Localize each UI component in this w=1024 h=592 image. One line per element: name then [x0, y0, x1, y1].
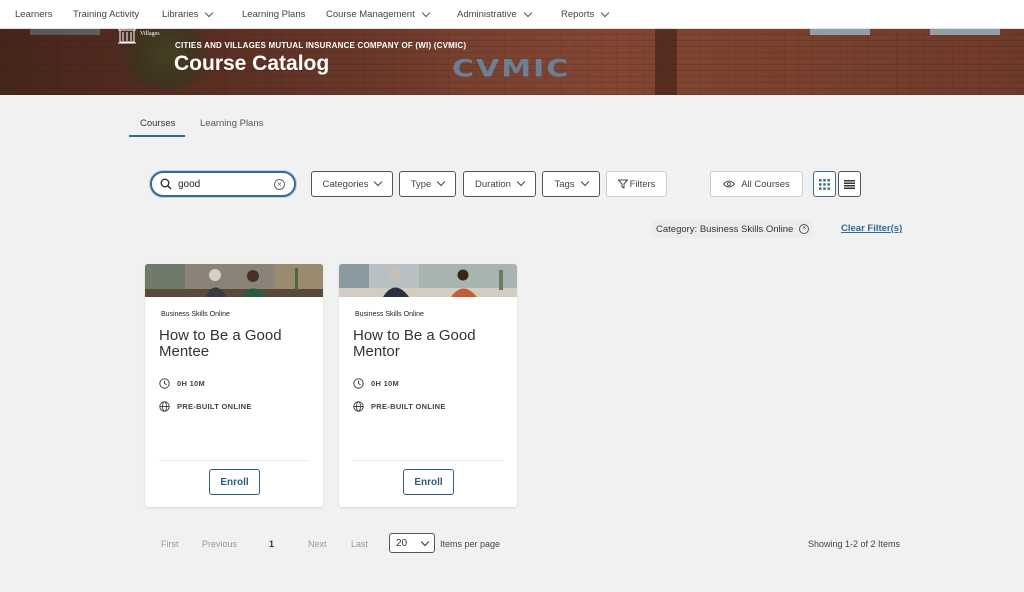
course-delivery: PRE-BUILT ONLINE	[353, 401, 446, 412]
card-divider	[159, 460, 309, 461]
clock-icon	[353, 378, 364, 389]
type-dropdown[interactable]: Type	[399, 171, 456, 197]
funnel-icon	[617, 179, 628, 189]
list-icon	[844, 179, 855, 189]
clock-icon	[159, 378, 170, 389]
course-title[interactable]: How to Be a Good Mentee	[159, 328, 309, 360]
chevron-down-icon	[205, 8, 214, 17]
first-page-link[interactable]: First	[161, 539, 179, 549]
chevron-down-icon	[601, 8, 610, 17]
logo-line-2: Villages	[140, 31, 160, 37]
active-tab-indicator	[129, 135, 185, 137]
chevron-down-icon	[580, 177, 589, 187]
grid-view-button[interactable]	[813, 171, 836, 197]
tab-learning-plans[interactable]: Learning Plans	[200, 118, 263, 129]
nav-item-course-management[interactable]: Course Management	[326, 0, 430, 29]
course-duration-value: 0H 10M	[177, 379, 206, 388]
items-per-page-value: 20	[396, 537, 408, 549]
clear-filters-link[interactable]: Clear Filter(s)	[841, 223, 902, 234]
course-delivery-value: PRE-BUILT ONLINE	[177, 402, 252, 411]
nav-item-administrative[interactable]: Administrative	[457, 0, 532, 29]
active-filter-chip: Category: Business Skills Online ×	[652, 220, 814, 238]
remove-filter-icon[interactable]: ×	[799, 224, 810, 234]
chevron-down-icon	[437, 177, 446, 187]
logo-wordmark: Cities and Villages	[140, 24, 164, 38]
nav-label: Learners	[15, 9, 53, 20]
chevron-down-icon	[523, 8, 532, 17]
nav-label: Learning Plans	[242, 9, 306, 20]
all-courses-label: All Courses	[741, 178, 790, 190]
grid-icon	[819, 178, 830, 190]
next-page-link[interactable]: Next	[308, 539, 327, 549]
globe-icon	[159, 401, 170, 412]
course-thumbnail-image	[145, 264, 323, 297]
globe-icon	[353, 401, 364, 412]
enroll-button[interactable]: Enroll	[403, 469, 454, 495]
eye-icon	[723, 180, 736, 188]
list-view-button[interactable]	[838, 171, 861, 197]
company-name: CITIES AND VILLAGES MUTUAL INSURANCE COM…	[175, 41, 467, 50]
chevron-down-icon	[374, 177, 383, 187]
items-per-page-label: Items per page	[440, 539, 501, 549]
nav-label: Libraries	[162, 9, 199, 20]
card-divider	[353, 460, 503, 461]
current-page[interactable]: 1	[269, 539, 274, 549]
nav-label: Administrative	[457, 9, 517, 20]
course-card[interactable]: Business Skills Online How to Be a Good …	[339, 264, 517, 507]
course-category: Business Skills Online	[355, 311, 424, 318]
filters-button[interactable]: Filters	[606, 171, 667, 197]
nav-item-reports[interactable]: Reports	[561, 0, 610, 29]
tab-courses[interactable]: Courses	[140, 118, 175, 129]
course-title[interactable]: How to Be a Good Mentor	[353, 328, 503, 360]
page-title: Course Catalog	[174, 52, 330, 75]
categories-dropdown[interactable]: Categories	[311, 171, 393, 197]
course-thumbnail-image	[339, 264, 517, 297]
course-category: Business Skills Online	[161, 311, 230, 318]
categories-label: Categories	[322, 178, 369, 190]
course-duration-value: 0H 10M	[371, 379, 400, 388]
search-input[interactable]	[178, 178, 268, 190]
nav-item-learning-plans[interactable]: Learning Plans	[242, 0, 305, 29]
enroll-button[interactable]: Enroll	[209, 469, 260, 495]
nav-label: Reports	[561, 9, 595, 20]
last-page-link[interactable]: Last	[351, 539, 368, 549]
organization-logo-icon	[118, 20, 136, 44]
chevron-down-icon	[420, 537, 430, 547]
course-delivery-value: PRE-BUILT ONLINE	[371, 402, 446, 411]
results-count: Showing 1-2 of 2 Items	[808, 539, 901, 549]
building-sign: CVMIC	[452, 55, 571, 83]
items-per-page-select[interactable]: 20	[389, 533, 435, 553]
tags-label: Tags	[554, 178, 575, 190]
duration-label: Duration	[475, 178, 511, 190]
nav-item-libraries[interactable]: Libraries	[162, 0, 214, 29]
course-duration: 0H 10M	[159, 378, 205, 389]
nav-item-learners[interactable]: Learners	[15, 0, 53, 29]
all-courses-button[interactable]: All Courses	[710, 171, 803, 197]
type-label: Type	[410, 178, 432, 190]
search-icon	[160, 178, 172, 190]
clear-search-icon[interactable]: ×	[274, 179, 285, 190]
search-box: ×	[150, 171, 296, 197]
duration-dropdown[interactable]: Duration	[463, 171, 536, 197]
course-delivery: PRE-BUILT ONLINE	[159, 401, 252, 412]
nav-label: Training Activity	[73, 9, 140, 20]
logo-line-1: Cities and	[140, 24, 165, 30]
filters-label: Filters	[629, 178, 656, 190]
previous-page-link[interactable]: Previous	[202, 539, 237, 549]
course-duration: 0H 10M	[353, 378, 399, 389]
chevron-down-icon	[421, 8, 430, 17]
active-filter-label: Category: Business Skills Online	[656, 223, 794, 235]
nav-label: Course Management	[326, 9, 415, 20]
tags-dropdown[interactable]: Tags	[542, 171, 600, 197]
chevron-down-icon	[516, 177, 526, 187]
course-card[interactable]: Business Skills Online How to Be a Good …	[145, 264, 323, 507]
